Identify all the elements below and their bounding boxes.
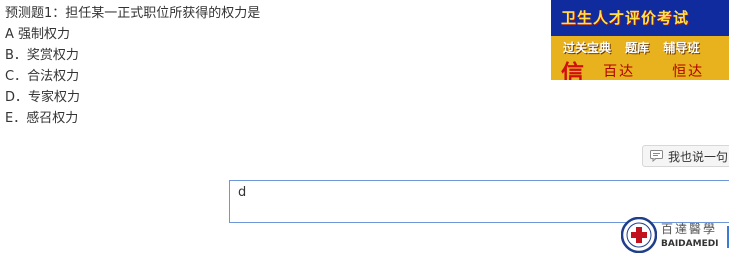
banner-brand-right: 恒达 [672,64,705,80]
medical-cross-seal-icon [621,217,657,253]
option-c: C．合法权力 [5,69,80,84]
banner-brand-left: 百达 [603,64,636,80]
comment-button-label: 我也说一句 [668,149,729,164]
baida-logo: 百達醫學 BAIDAMEDI [621,217,729,257]
question-title: 预测题1：担任某一正式职位所获得的权力是 [5,6,261,21]
logo-name-en: BAIDAMEDI [661,239,719,249]
banner-brand-row: 信 百达 恒达 [561,54,704,80]
logo-name-cn: 百達醫學 [661,222,718,236]
banner-xin-character: 信 [561,61,584,80]
comment-icon [650,150,663,162]
comment-button[interactable]: 我也说一句 [642,145,729,167]
question-block: 预测题1：担任某一正式职位所获得的权力是 A 强制权力 B．奖赏权力 C．合法权… [5,3,260,129]
option-e: E．感召权力 [5,111,79,126]
option-b: B．奖赏权力 [5,48,79,63]
option-a: A 强制权力 [5,27,71,42]
banner-title: 卫生人才评价考试 [561,9,690,27]
option-d: D．专家权力 [5,90,81,105]
exam-ad-banner[interactable]: 卫生人才评价考试 过关宝典 题库 辅导班 信 百达 恒达 [551,0,729,80]
